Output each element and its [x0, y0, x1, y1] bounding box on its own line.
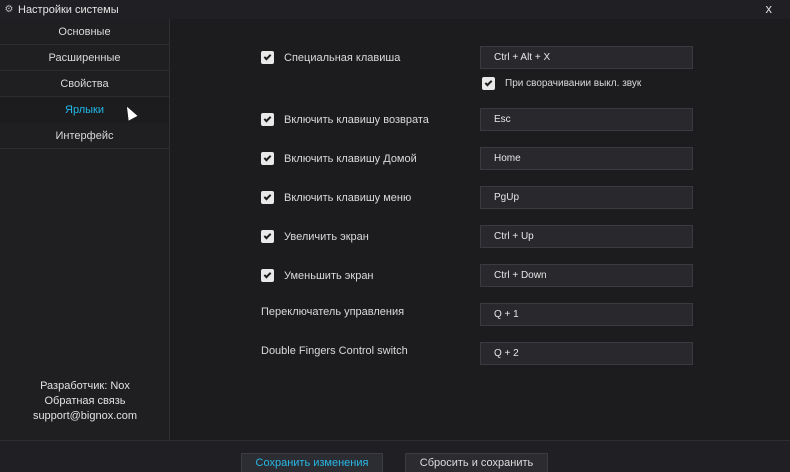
developer-label: Разработчик: Nox [40, 380, 130, 392]
control-switch-field[interactable]: Q + 1 [480, 303, 693, 326]
check-icon [263, 231, 272, 239]
menu-key-checkbox[interactable] [261, 191, 274, 204]
shortcuts-panel: Специальная клавиша Ctrl + Alt + X При с… [171, 19, 790, 440]
shortcut-row-zoom-out: Уменьшить экран [261, 269, 374, 282]
double-fingers-label: Double Fingers Control switch [261, 345, 408, 357]
title-bar: ⚙ Настройки системы x [0, 0, 790, 19]
shortcut-row-back-key: Включить клавишу возврата [261, 113, 429, 126]
footer-bar: Сохранить изменения Сбросить и сохранить [0, 440, 790, 472]
home-key-field[interactable]: Home [480, 147, 693, 170]
check-icon [263, 192, 272, 200]
mute-on-minimize-row: При сворачивании выкл. звук [482, 77, 641, 90]
back-key-checkbox[interactable] [261, 113, 274, 126]
zoom-out-checkbox[interactable] [261, 269, 274, 282]
shortcut-row-menu-key: Включить клавишу меню [261, 191, 411, 204]
mute-on-minimize-checkbox[interactable] [482, 77, 495, 90]
zoom-in-checkbox[interactable] [261, 230, 274, 243]
special-key-field[interactable]: Ctrl + Alt + X [480, 46, 693, 69]
shortcut-row-double-fingers: Double Fingers Control switch [261, 345, 408, 357]
feedback-link[interactable]: Обратная связь [0, 394, 170, 409]
sidebar-item-shortcuts[interactable]: Ярлыки [0, 97, 169, 123]
sidebar: Основные Расширенные Свойства Ярлыки Инт… [0, 19, 170, 440]
gear-icon: ⚙ [4, 4, 14, 15]
support-email[interactable]: support@bignox.com [0, 409, 170, 424]
shortcut-row-zoom-in: Увеличить экран [261, 230, 369, 243]
save-changes-button[interactable]: Сохранить изменения [241, 453, 383, 472]
back-key-label: Включить клавишу возврата [284, 113, 429, 126]
control-switch-label: Переключатель управления [261, 306, 405, 318]
shortcut-row-control-switch: Переключатель управления [261, 306, 404, 318]
menu-key-label: Включить клавишу меню [284, 191, 412, 204]
zoom-in-field[interactable]: Ctrl + Up [480, 225, 693, 248]
check-icon [263, 114, 272, 122]
zoom-out-label: Уменьшить экран [284, 269, 374, 282]
menu-key-field[interactable]: PgUp [480, 186, 693, 209]
developer-info: Разработчик: Nox Обратная связь support@… [0, 379, 170, 424]
double-fingers-field[interactable]: Q + 2 [480, 342, 693, 365]
shortcut-row-home-key: Включить клавишу Домой [261, 152, 417, 165]
window-title: Настройки системы [18, 3, 119, 16]
shortcut-row-special-key: Специальная клавиша [261, 51, 400, 64]
reset-and-save-button[interactable]: Сбросить и сохранить [405, 453, 548, 472]
special-key-label: Специальная клавиша [284, 51, 401, 64]
sidebar-item-properties[interactable]: Свойства [0, 71, 169, 97]
check-icon [263, 52, 272, 60]
home-key-checkbox[interactable] [261, 152, 274, 165]
sidebar-item-interface[interactable]: Интерфейс [0, 123, 169, 149]
check-icon [484, 78, 493, 86]
mute-on-minimize-label: При сворачивании выкл. звук [505, 78, 642, 89]
zoom-out-field[interactable]: Ctrl + Down [480, 264, 693, 287]
special-key-checkbox[interactable] [261, 51, 274, 64]
home-key-label: Включить клавишу Домой [284, 152, 417, 165]
close-icon[interactable]: x [766, 1, 773, 16]
back-key-field[interactable]: Esc [480, 108, 693, 131]
sidebar-item-basic[interactable]: Основные [0, 19, 169, 45]
zoom-in-label: Увеличить экран [284, 230, 369, 243]
check-icon [263, 270, 272, 278]
sidebar-item-advanced[interactable]: Расширенные [0, 45, 169, 71]
check-icon [263, 153, 272, 161]
